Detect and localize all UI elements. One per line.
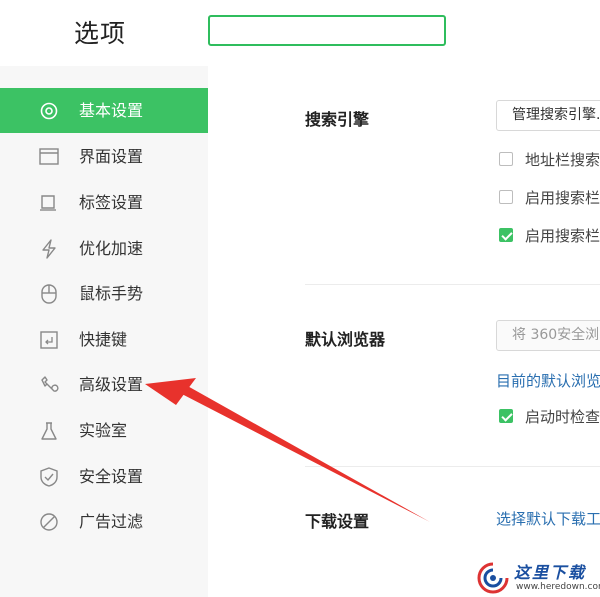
default-browser-field[interactable]: 将 360安全浏览 xyxy=(496,320,600,351)
watermark: 这里下载 www.heredown.com xyxy=(470,555,600,597)
gear-icon xyxy=(38,100,60,122)
option-label: 地址栏搜索 xyxy=(525,150,600,169)
sidebar-item-ui-settings[interactable]: 界面设置 xyxy=(0,134,208,179)
checkbox[interactable] xyxy=(499,152,513,166)
sidebar-item-label: 界面设置 xyxy=(79,147,144,166)
sidebar-item-label: 实验室 xyxy=(79,421,128,440)
sidebar-item-tab-settings[interactable]: 标签设置 xyxy=(0,180,208,225)
watermark-text: 这里下载 xyxy=(514,563,587,582)
search-input[interactable] xyxy=(208,15,446,46)
watermark-url: www.heredown.com xyxy=(516,582,600,592)
flask-icon xyxy=(38,420,60,442)
sidebar-item-ad-filter[interactable]: 广告过滤 xyxy=(0,499,208,544)
sidebar-item-label: 快捷键 xyxy=(79,330,128,349)
sidebar-item-label: 鼠标手势 xyxy=(79,284,144,303)
sidebar-item-label: 基本设置 xyxy=(79,101,144,120)
sidebar-item-label: 安全设置 xyxy=(79,467,144,486)
options-header: 选项 xyxy=(0,0,600,66)
sidebar-item-label: 标签设置 xyxy=(79,193,144,212)
sidebar-item-basic-settings[interactable]: 基本设置 xyxy=(0,88,208,133)
check-on-startup-option[interactable]: 启动时检查 xyxy=(499,406,600,426)
lightning-icon xyxy=(38,238,60,260)
checkbox[interactable] xyxy=(499,190,513,204)
option-label: 启动时检查 xyxy=(525,407,600,426)
keyboard-shortcut-icon xyxy=(38,329,60,351)
sidebar-item-mouse-gesture[interactable]: 鼠标手势 xyxy=(0,271,208,316)
divider xyxy=(305,466,600,467)
sidebar-item-label: 优化加速 xyxy=(79,239,144,258)
address-bar-search-option[interactable]: 地址栏搜索 xyxy=(499,149,600,169)
option-label: 启用搜索栏 xyxy=(525,226,600,245)
sidebar-item-label: 广告过滤 xyxy=(79,512,144,531)
window-icon xyxy=(38,146,60,168)
checkbox-checked[interactable] xyxy=(499,228,513,242)
page-title: 选项 xyxy=(74,19,127,48)
section-title-download: 下载设置 xyxy=(305,512,370,531)
section-title-search-engine: 搜索引擎 xyxy=(305,110,370,129)
enable-search-bar-option-2[interactable]: 启用搜索栏 xyxy=(499,225,600,245)
sidebar-item-shortcuts[interactable]: 快捷键 xyxy=(0,317,208,362)
block-icon xyxy=(38,511,60,533)
mouse-icon xyxy=(38,283,60,305)
checkbox-checked[interactable] xyxy=(499,409,513,423)
sidebar-item-security[interactable]: 安全设置 xyxy=(0,454,208,499)
sidebar-item-advanced-settings[interactable]: 高级设置 xyxy=(0,362,208,407)
section-title-default-browser: 默认浏览器 xyxy=(305,330,386,349)
wrench-icon xyxy=(38,374,60,396)
sidebar-item-label: 高级设置 xyxy=(79,375,144,394)
search-engine-select[interactable]: 管理搜索引擎... xyxy=(496,100,600,131)
shield-icon xyxy=(38,466,60,488)
sidebar-item-optimize[interactable]: 优化加速 xyxy=(0,226,208,271)
watermark-logo-icon xyxy=(477,562,509,594)
sidebar: 基本设置 界面设置 标签设置 优化加速 鼠标手势 快捷键 高级设置 实验室 安全… xyxy=(0,66,208,597)
divider xyxy=(305,284,600,285)
settings-panel: 搜索引擎 管理搜索引擎... 地址栏搜索 启用搜索栏 启用搜索栏 默认浏览器 将… xyxy=(208,66,600,597)
sidebar-item-lab[interactable]: 实验室 xyxy=(0,408,208,453)
tab-icon xyxy=(38,192,60,214)
option-label: 启用搜索栏 xyxy=(525,188,600,207)
default-browser-info: 目前的默认浏览 xyxy=(496,372,600,390)
enable-search-bar-option[interactable]: 启用搜索栏 xyxy=(499,187,600,207)
choose-download-tool-link[interactable]: 选择默认下载工 xyxy=(496,508,600,529)
